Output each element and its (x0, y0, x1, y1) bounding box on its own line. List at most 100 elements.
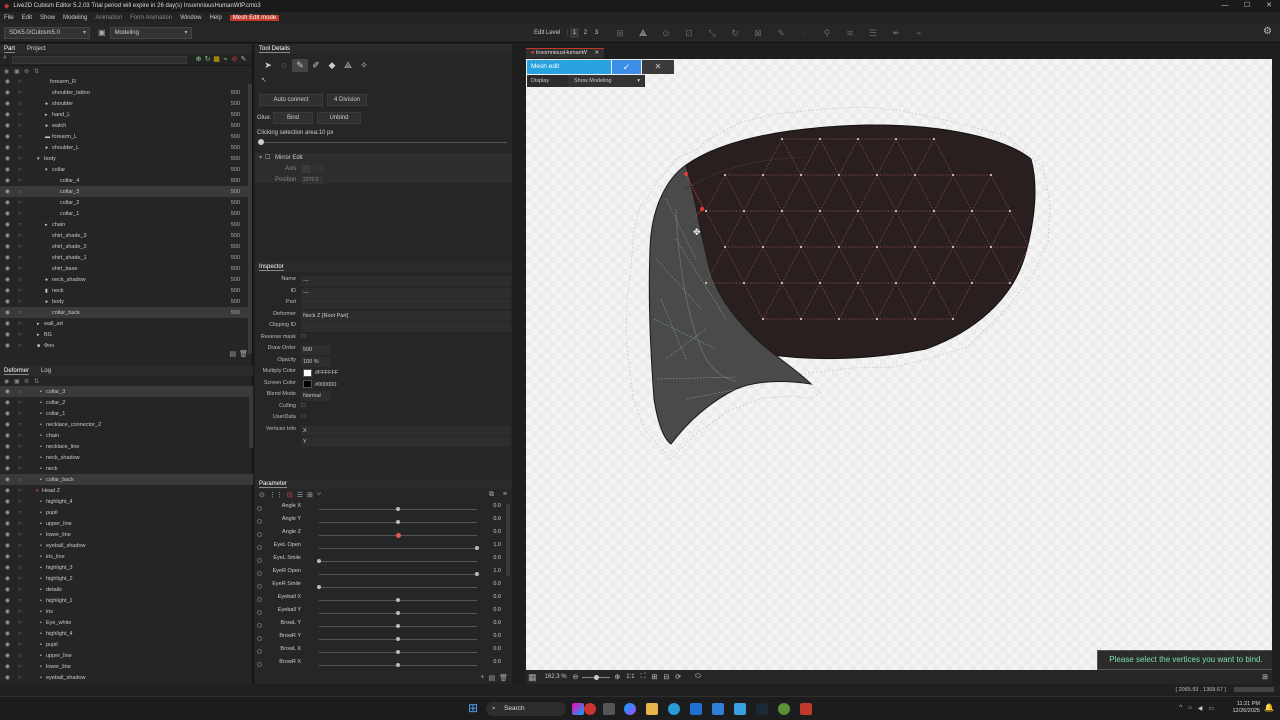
menu-edit[interactable]: Edit (22, 15, 32, 21)
lock-icon[interactable]: ○ (16, 178, 23, 184)
parameter-row[interactable]: EyeR Smile 0.0 (255, 581, 505, 594)
eye-icon[interactable]: ◉ (4, 531, 11, 538)
parameter-row[interactable]: BrowL Y 0.0 (255, 620, 505, 633)
key-indicator-icon[interactable] (257, 519, 262, 524)
clicking-area-knob[interactable] (258, 139, 264, 145)
part-row[interactable]: ◉ ○ ▸ wall_art (0, 318, 252, 329)
parameter-value[interactable]: 0.0 (493, 503, 501, 509)
part-row[interactable]: ◉ ○ ● shoulder_L 500 (0, 142, 252, 153)
brush-icon[interactable]: ✐ (308, 59, 324, 72)
parameter-row[interactable]: BrowL X 0.0 (255, 646, 505, 659)
lock-icon[interactable]: ○ (16, 444, 23, 450)
mesh-icon[interactable]: ⟁ (340, 59, 356, 72)
checkbox[interactable]: ☐ (301, 403, 306, 409)
selected-vertex[interactable] (684, 172, 688, 176)
eye-icon[interactable]: ◉ (4, 674, 11, 681)
parameter-value[interactable]: 1.0 (493, 568, 501, 574)
lock-icon[interactable]: ○ (16, 653, 23, 659)
auto-connect-button[interactable]: Auto connect (259, 94, 323, 106)
eye-icon[interactable]: ◉ (4, 210, 11, 217)
mesh-artwork[interactable]: ✥ (526, 59, 1272, 670)
maximize-button[interactable]: ☐ (1236, 0, 1258, 12)
lock-icon[interactable]: ○ (16, 565, 23, 571)
eye-icon[interactable]: ◉ (4, 641, 11, 648)
parameter-value[interactable]: 0.0 (493, 581, 501, 587)
part-row[interactable]: ◉ ○ shirt_shade_2 500 (0, 241, 252, 252)
part-row[interactable]: ◉ ○ collar_3 500 (0, 186, 252, 197)
eye-icon[interactable]: ◉ (4, 553, 11, 560)
parameter-knob[interactable] (396, 533, 401, 538)
checkbox[interactable]: ☐ (301, 334, 306, 340)
sort-icon[interactable]: ⇅ (34, 68, 44, 75)
lock-icon[interactable]: ○ (16, 675, 23, 681)
axis-y-toggle[interactable] (313, 165, 323, 173)
rotation-icon[interactable]: ↻ (727, 27, 743, 39)
lock-icon[interactable]: ○ (16, 90, 23, 96)
menu-modeling[interactable]: Modeling (63, 15, 87, 21)
zoom-knob[interactable] (594, 674, 600, 680)
unbind-button[interactable]: Unbind (317, 112, 361, 124)
tab-deformer[interactable]: Deformer (4, 368, 30, 375)
edit-level-3[interactable]: 3 (592, 28, 601, 38)
part-row[interactable]: ◉ ○ forearm_R (0, 76, 252, 87)
canvas[interactable]: ✥ Mesh edit ✓ ✕ Display Show Modeling ▾ … (526, 59, 1272, 670)
view-icon[interactable]: ⬭ (695, 673, 701, 681)
mirror-checkbox[interactable]: ☐ (265, 154, 270, 161)
deformer-row[interactable]: ◉ ○ • collar_3 (0, 386, 253, 397)
eye-icon[interactable]: ◉ (4, 597, 11, 604)
add-icon[interactable]: + (480, 674, 484, 682)
warp-icon[interactable]: ⤡ (704, 27, 720, 39)
position-value[interactable]: 2276.0 (301, 176, 323, 184)
eye-icon[interactable]: ◉ (4, 320, 11, 327)
eraser-icon[interactable]: ◆ (324, 59, 340, 72)
lock-icon[interactable]: ○ (16, 266, 23, 272)
eye-icon[interactable]: ◉ (4, 443, 11, 450)
eye-icon[interactable]: ◉ (4, 342, 11, 349)
deformer-row[interactable]: ◉ ○ ▾ Head Z (0, 485, 253, 496)
collapse-arrow-icon[interactable]: ▾ (259, 154, 262, 161)
brush-icon[interactable]: ✎ (773, 27, 789, 39)
lock-icon[interactable]: ○ (16, 244, 23, 250)
link-icon[interactable]: ⊟ (287, 491, 293, 499)
chrome-icon[interactable] (778, 703, 790, 715)
lock-icon[interactable]: ○ (16, 587, 23, 593)
zoom-slider[interactable] (582, 674, 611, 680)
part-row[interactable]: ◉ ○ shoulder_tattoo 500 (0, 87, 252, 98)
deformer-row[interactable]: ◉ ○ • highlight_3 (0, 562, 253, 573)
part-row[interactable]: ◉ ○ ● shoulder 500 (0, 98, 252, 109)
eye-icon[interactable]: ◉ (4, 100, 11, 107)
deformer-row[interactable]: ◉ ○ • highlight_4 (0, 628, 253, 639)
clicking-area-slider[interactable] (261, 142, 507, 143)
lasso-icon[interactable]: ◌ (796, 27, 812, 39)
lock-icon[interactable]: ○ (16, 631, 23, 637)
division-button[interactable]: 4 Division (327, 94, 367, 106)
eye-icon[interactable]: ◉ (4, 177, 11, 184)
lock-icon[interactable]: ○ (16, 576, 23, 582)
parameter-row[interactable]: Angle Y 0.0 (255, 516, 505, 529)
add-key-icon[interactable]: ☰ (297, 491, 303, 499)
deformer-row[interactable]: ◉ ○ • Eye_white (0, 617, 253, 628)
eye-icon[interactable]: ◉ (4, 520, 11, 527)
part-row[interactable]: ◉ ○ ▸ chain 500 (0, 219, 252, 230)
parameter-value[interactable]: 1.0 (493, 542, 501, 548)
deformer-scrollbar[interactable] (249, 388, 253, 448)
eye-icon[interactable]: ◉ (4, 619, 11, 626)
deform-path-icon[interactable]: ⊞ (612, 27, 628, 39)
inspector-value[interactable] (301, 322, 511, 332)
part-row[interactable]: ◉ ○ ▸ BG (0, 329, 252, 340)
lock-icon[interactable]: ○ (16, 422, 23, 428)
eye-icon[interactable]: ◉ (4, 564, 11, 571)
battery-icon[interactable]: ▭ (1208, 705, 1214, 712)
key-indicator-icon[interactable] (257, 532, 262, 537)
part-row[interactable]: ◉ ○ ● neck_shadow 500 (0, 274, 252, 285)
parameter-track[interactable] (319, 574, 477, 575)
parameter-row[interactable]: EyeL Open 1.0 (255, 542, 505, 555)
live2d-icon[interactable] (800, 703, 812, 715)
edit-level-1[interactable]: 1 (569, 28, 579, 38)
deformer-row[interactable]: ◉ ○ • iris_line (0, 551, 253, 562)
eye-icon[interactable]: ◉ (4, 432, 11, 439)
lock-icon[interactable]: ○ (16, 310, 23, 316)
sub-tool-icon[interactable]: ↖ (261, 76, 267, 84)
parameter-row[interactable]: EyeL Smile 0.0 (255, 555, 505, 568)
part-row[interactable]: ◉ ○ collar_1 500 (0, 208, 252, 219)
